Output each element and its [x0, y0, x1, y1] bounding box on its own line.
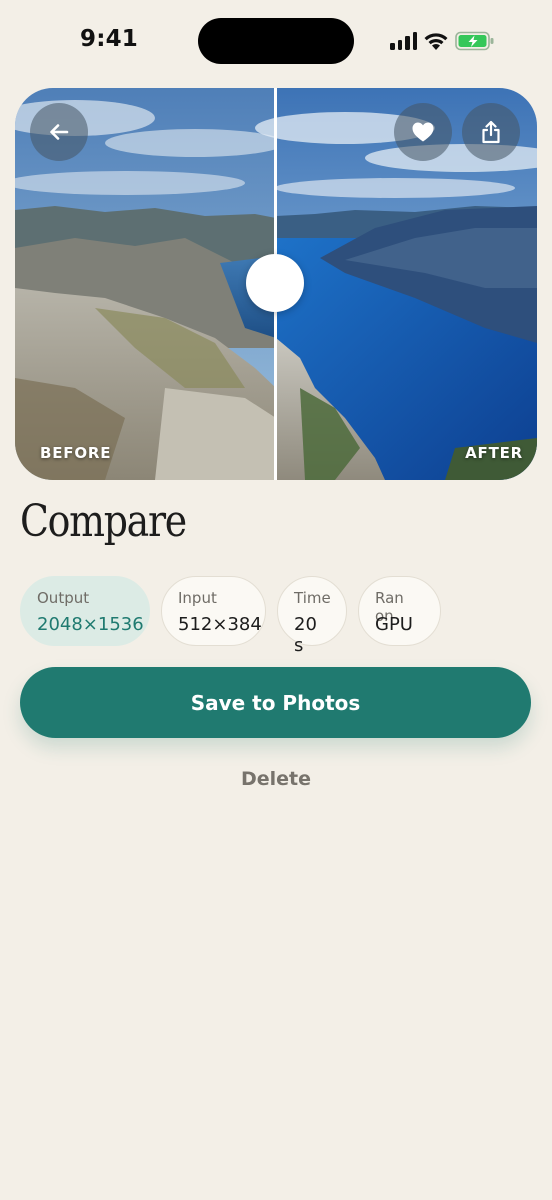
wifi-icon: [423, 31, 449, 51]
stat-value: GPU: [375, 614, 413, 635]
stat-label: Input: [178, 589, 217, 607]
stat-label: Ran on: [375, 589, 404, 625]
stat-value: 20 s: [294, 614, 317, 656]
save-to-photos-button[interactable]: Save to Photos: [20, 667, 531, 738]
battery-charging-icon: [455, 31, 495, 51]
stat-value: 2048×1536: [37, 614, 144, 635]
status-time: 9:41: [80, 26, 139, 52]
share-button[interactable]: [462, 103, 520, 161]
stat-label: Time: [294, 589, 331, 607]
stat-chip-output: Output 2048×1536: [20, 576, 150, 646]
page-title: Compare: [20, 496, 187, 547]
after-label: AFTER: [465, 444, 523, 462]
stat-value: 512×384: [178, 614, 262, 635]
stat-chip-input: Input 512×384: [161, 576, 266, 646]
stat-chip-time: Time 20 s: [277, 576, 347, 656]
stat-label: Output: [37, 589, 90, 607]
before-after-compare-view[interactable]: BEFORE AFTER: [15, 88, 537, 480]
back-button[interactable]: [30, 103, 88, 161]
favorite-button[interactable]: [394, 103, 452, 161]
delete-button[interactable]: Delete: [176, 760, 376, 798]
status-icons: [390, 30, 495, 52]
arrow-left-icon: [50, 124, 69, 140]
status-bar: 9:41: [0, 0, 552, 82]
stat-chip-ran-on: Ran on GPU: [358, 576, 441, 646]
share-icon: [482, 120, 500, 144]
stats-chips: Output 2048×1536 Input 512×384 Time 20 s…: [20, 576, 441, 656]
compare-slider-handle[interactable]: [246, 254, 304, 312]
dynamic-island: [198, 18, 354, 64]
heart-icon: [412, 122, 434, 142]
cellular-signal-icon: [390, 32, 417, 50]
before-label: BEFORE: [40, 444, 112, 462]
